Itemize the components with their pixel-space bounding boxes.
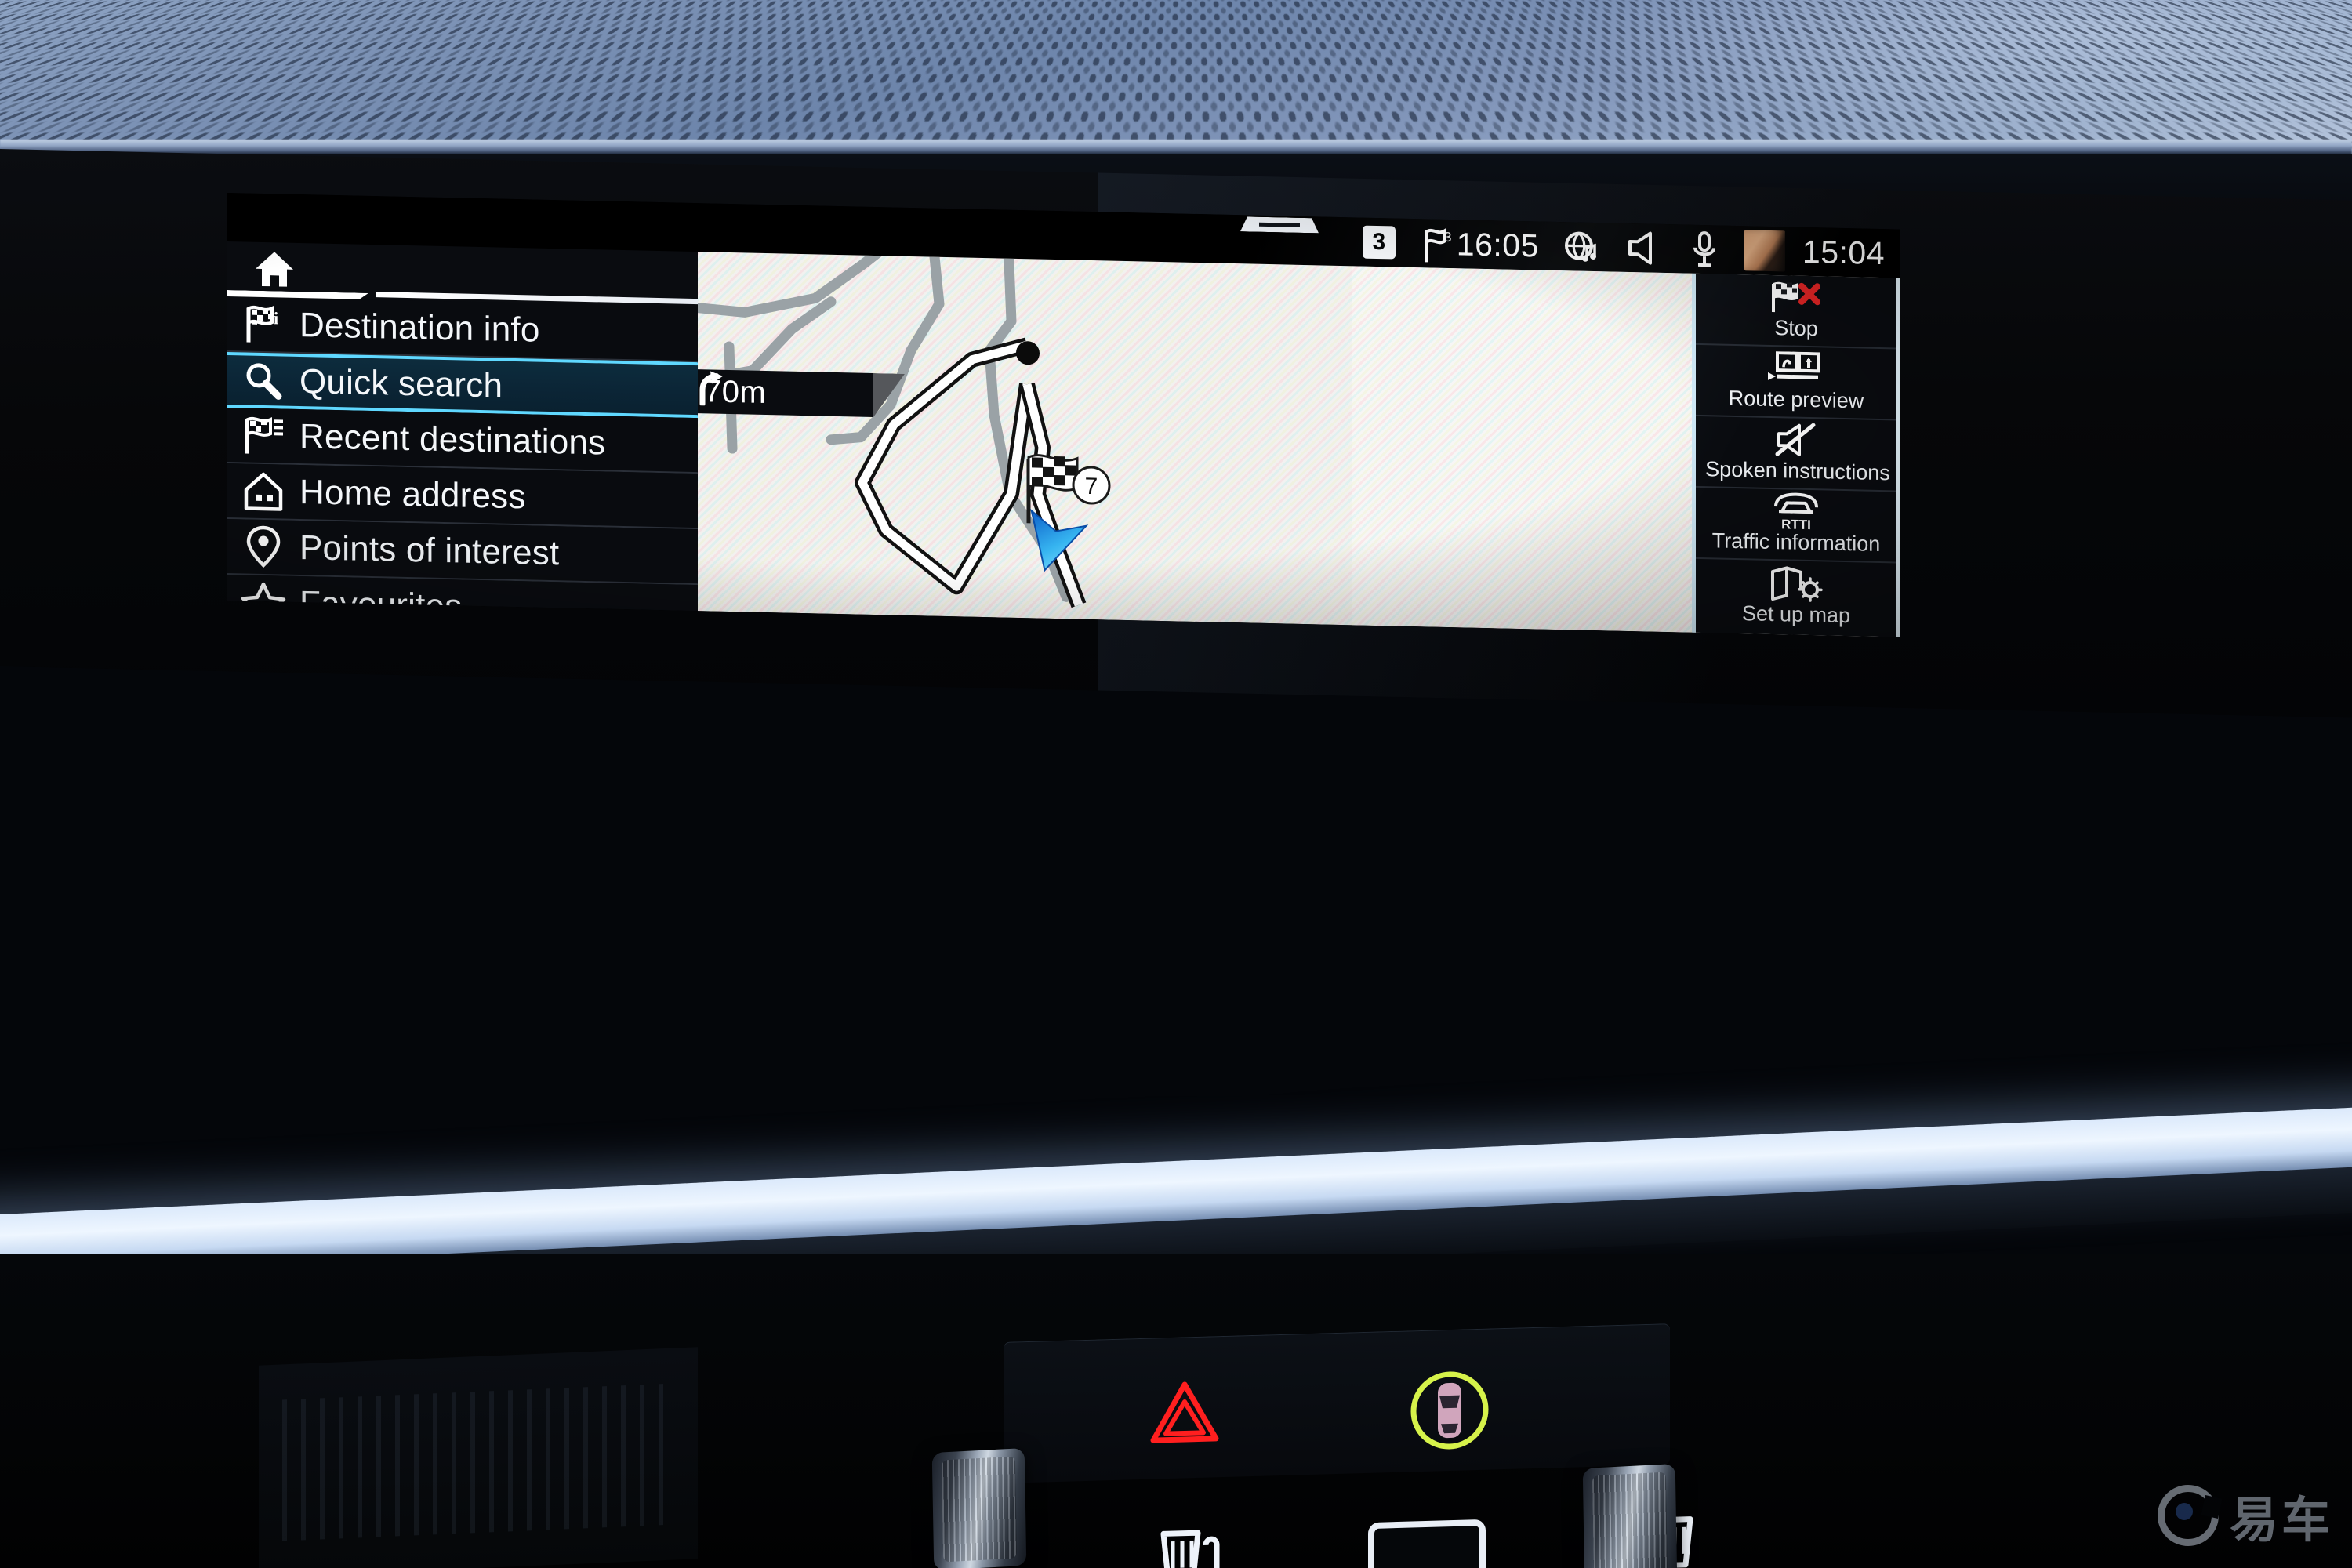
route-preview-icon: [1766, 351, 1826, 387]
destination-menu-panel: i Destination info Quick search Recent d…: [227, 241, 698, 637]
sidebar-item-route-preview[interactable]: Route preview: [1696, 344, 1896, 421]
eta-time: 16:05: [1456, 225, 1539, 264]
eta-indicator: 3 16:05: [1422, 219, 1539, 270]
seat-heating-left-button[interactable]: [1145, 1520, 1231, 1568]
turn-instruction-banner: 70m: [698, 368, 873, 417]
menu-list: i Destination info Quick search Recent d…: [227, 296, 698, 637]
flag-stop-icon: [1769, 280, 1824, 316]
svg-text:i: i: [274, 308, 278, 328]
map-settings-icon: [1768, 566, 1824, 602]
speaker-icon[interactable]: [1627, 230, 1664, 266]
menu-item-points-of-interest[interactable]: Points of interest: [227, 519, 698, 586]
air-vent-fins: [282, 1383, 674, 1541]
dashboard-edge: [0, 140, 2352, 155]
home-row[interactable]: [227, 241, 698, 305]
infotainment-screen[interactable]: 3 3 16:05 15:04 i Destination info Quick…: [227, 193, 1900, 637]
turn-right-ahead-arrow: [699, 371, 723, 406]
eta-flag-superscript: 3: [1444, 230, 1451, 245]
sidebar-item-traffic-information[interactable]: RTTI Traffic information: [1696, 487, 1896, 564]
map-pin-icon: [227, 524, 299, 571]
hazard-warning-button[interactable]: [1149, 1379, 1221, 1447]
sidebar-item-spoken-instructions[interactable]: Spoken instructions: [1696, 416, 1896, 492]
menu-item-label: Points of interest: [299, 528, 560, 572]
photo-scene: 3 3 16:05 15:04 i Destination info Quick…: [0, 0, 2352, 1568]
checkered-flag-info-icon: i: [227, 301, 299, 348]
pull-down-handle-icon[interactable]: [1240, 216, 1319, 233]
search-icon: [227, 359, 299, 403]
globe-music-icon[interactable]: [1561, 227, 1600, 267]
control-knob-right[interactable]: [1582, 1463, 1678, 1568]
menu-item-recent-destinations[interactable]: Recent destinations: [227, 408, 698, 474]
rtti-traffic-icon: RTTI: [1765, 492, 1828, 532]
home-icon[interactable]: [252, 249, 296, 294]
navigation-options-sidebar: Stop Route preview Spoken instructions R…: [1692, 273, 1900, 637]
checkered-flag-list-icon: [227, 412, 299, 459]
rear-window-defrost-button[interactable]: [1368, 1519, 1486, 1568]
sidebar-item-label: Spoken instructions: [1705, 457, 1890, 485]
watermark-text: 易车: [2229, 1494, 2333, 1548]
climate-control-panel: [1004, 1323, 1670, 1483]
sidebar-item-set-up-map[interactable]: Set up map: [1696, 559, 1896, 635]
sidebar-item-label: Stop: [1774, 316, 1818, 341]
dashboard-speaker-grille: [0, 0, 2352, 154]
menu-item-label: Recent destinations: [299, 416, 606, 463]
destination-number: 7: [1085, 474, 1098, 499]
watermark: 易车: [2157, 1480, 2333, 1551]
menu-item-quick-search[interactable]: Quick search: [227, 352, 698, 419]
parking-distance-control-button[interactable]: [1403, 1363, 1496, 1457]
clock: 15:04: [1802, 233, 1885, 271]
gear-indicator: 3: [1362, 218, 1422, 268]
sidebar-item-stop[interactable]: Stop: [1696, 273, 1896, 350]
menu-item-label: Home address: [299, 472, 526, 516]
menu-item-home-address[interactable]: Home address: [227, 463, 698, 530]
sidebar-item-label: Set up map: [1741, 601, 1851, 628]
menu-item-label: Destination info: [299, 305, 540, 350]
sidebar-item-label: Route preview: [1728, 386, 1864, 413]
speaker-muted-icon: [1774, 423, 1818, 458]
watermark-logo-icon: [2157, 1485, 2219, 1546]
home-pin-icon: [227, 469, 299, 514]
eta-flag-icon: 3: [1422, 226, 1452, 263]
avatar[interactable]: [1744, 230, 1785, 272]
grille-highlight: [1490, 0, 2352, 154]
blue-position-arrow: [1030, 508, 1089, 572]
route-junction-node: [1016, 341, 1040, 365]
gear-badge: 3: [1362, 225, 1396, 260]
menu-item-label: Quick search: [299, 361, 503, 405]
microphone-icon[interactable]: [1691, 230, 1718, 270]
sidebar-item-label: Traffic information: [1711, 528, 1881, 557]
control-knob-left[interactable]: [931, 1447, 1027, 1568]
menu-item-destination-info[interactable]: i Destination info: [227, 296, 698, 363]
